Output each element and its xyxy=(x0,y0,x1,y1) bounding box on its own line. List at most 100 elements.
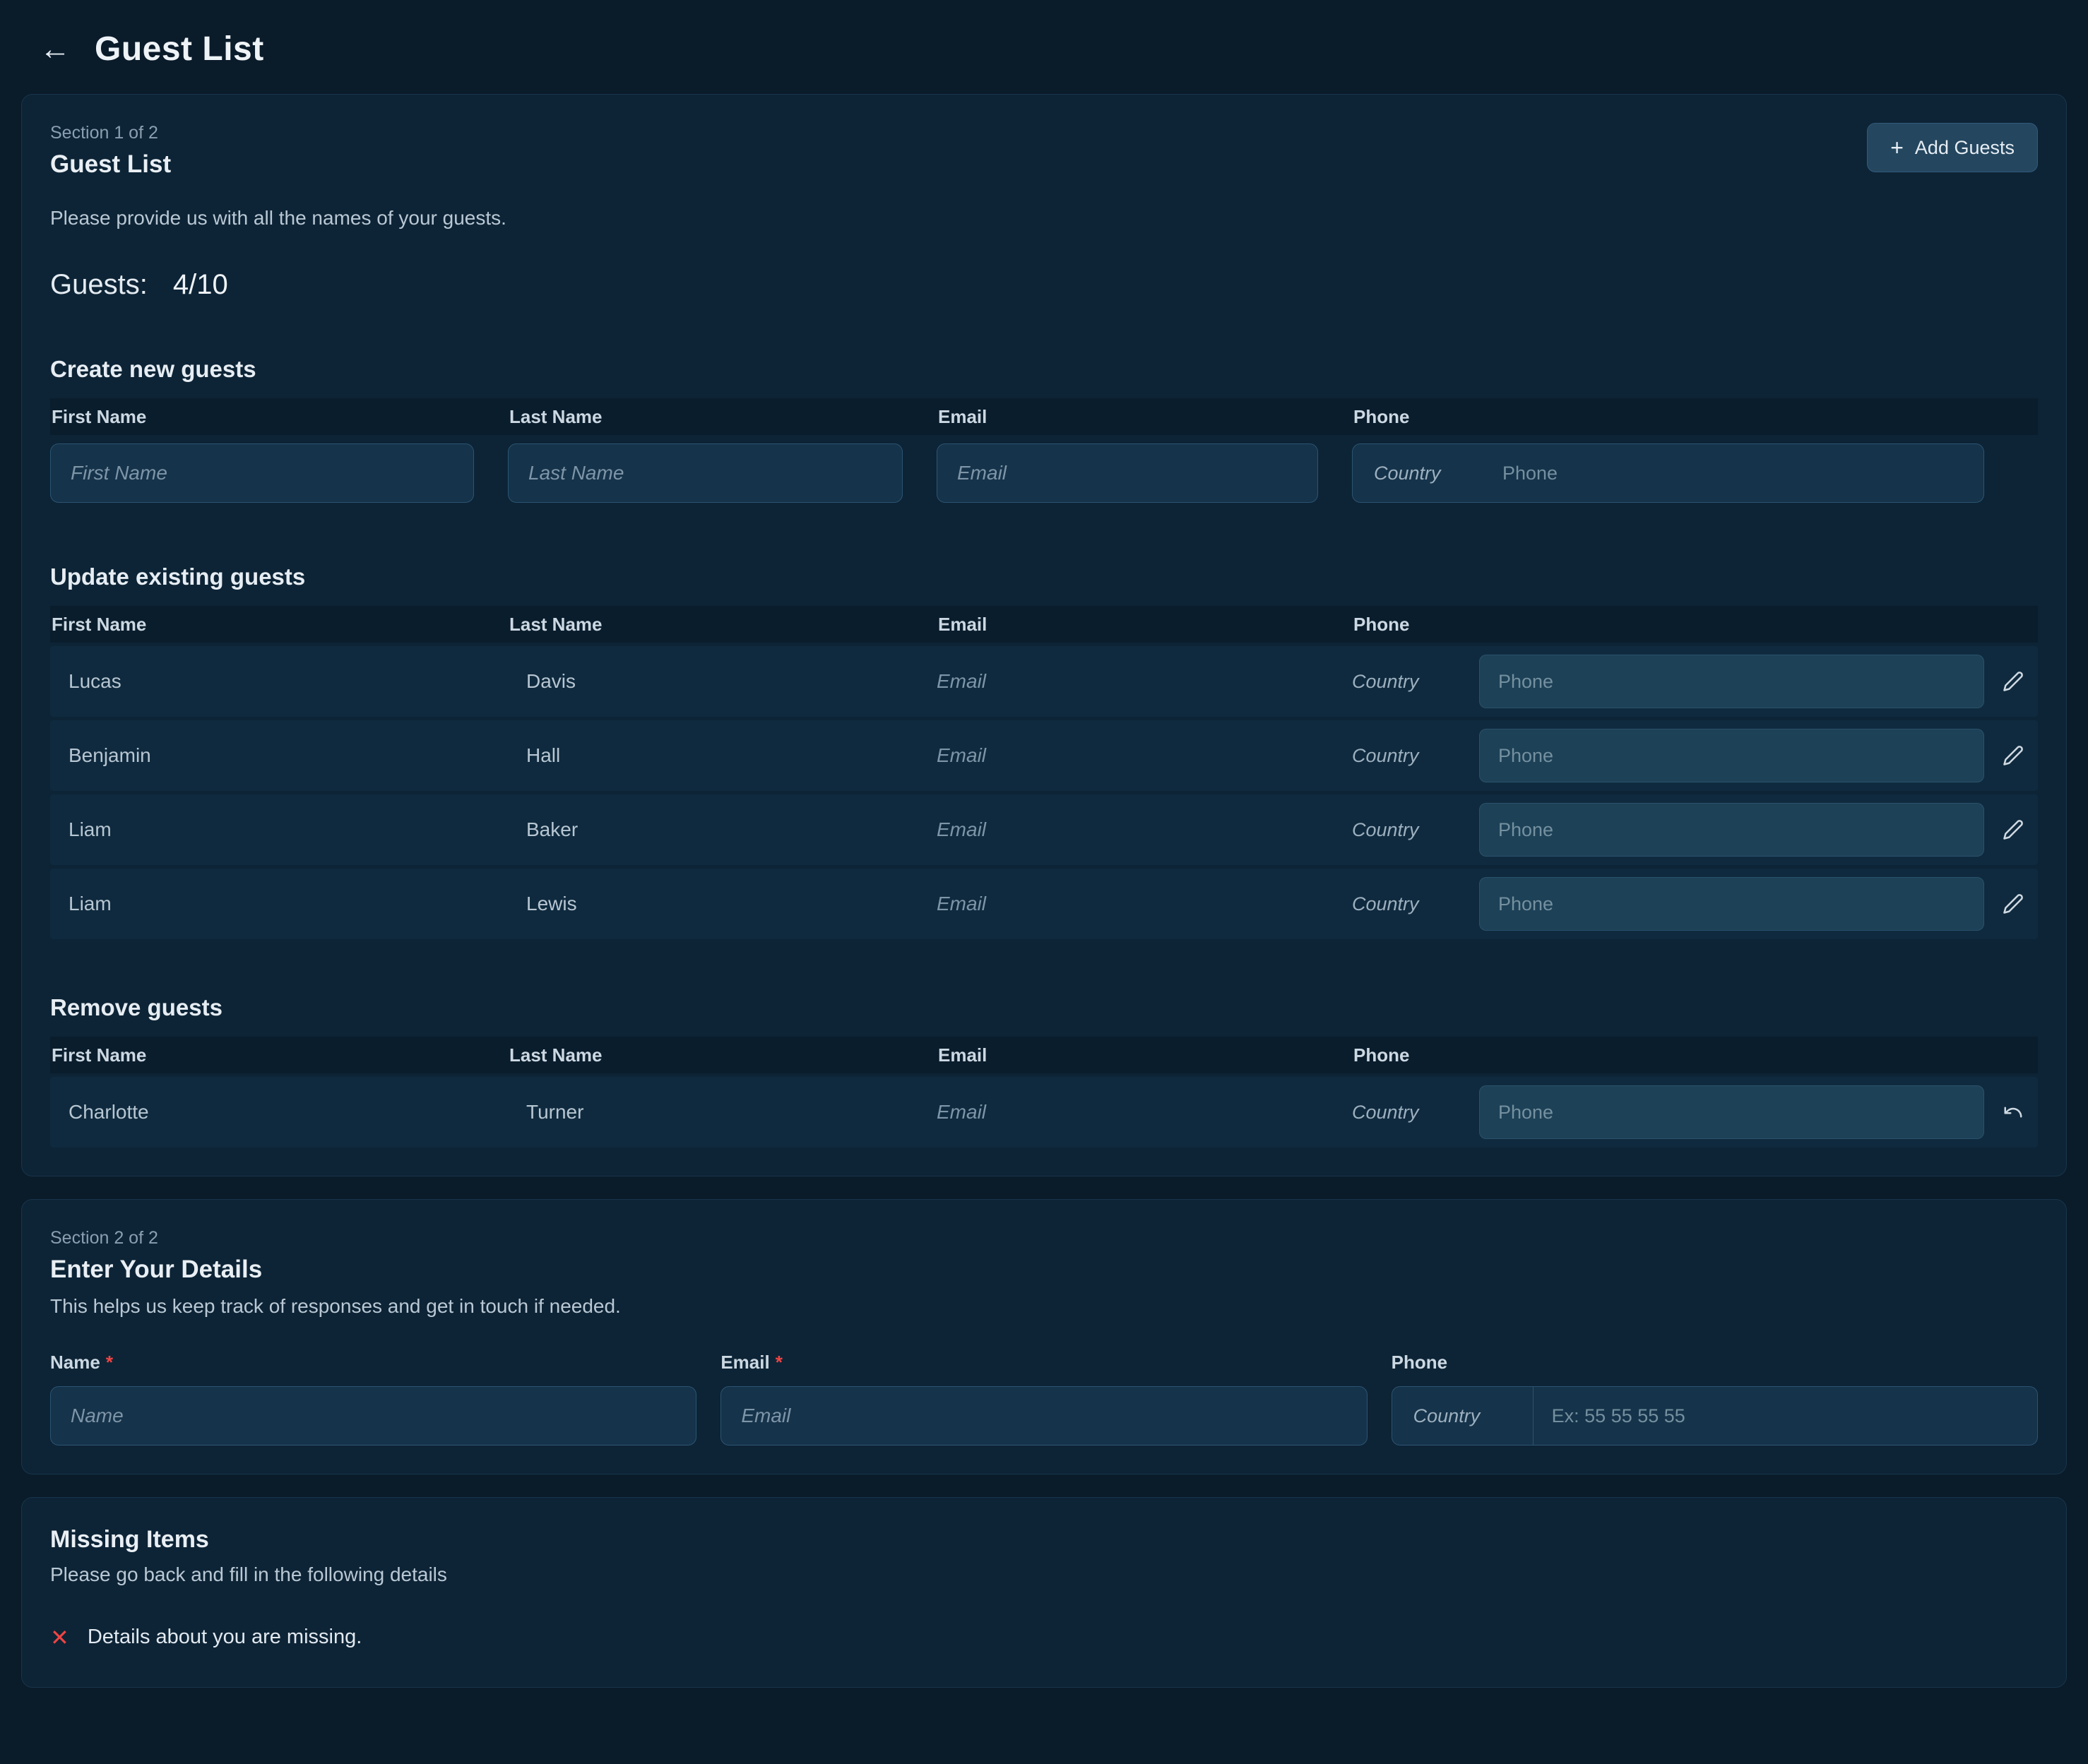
guest-email-placeholder: Email xyxy=(937,670,1352,693)
create-table-header: First Name Last Name Email Phone xyxy=(50,398,2038,435)
column-header-last-name: Last Name xyxy=(508,614,937,636)
section-title: Guest List xyxy=(50,150,171,179)
guest-phone-input[interactable] xyxy=(1479,655,1984,708)
name-field: Name * xyxy=(50,1352,696,1446)
error-x-icon: ✕ xyxy=(50,1626,69,1649)
your-details-card: Section 2 of 2 Enter Your Details This h… xyxy=(21,1199,2067,1474)
column-header-first-name: First Name xyxy=(50,406,508,428)
phone-label: Phone xyxy=(1392,1352,1447,1373)
edit-guest-button[interactable] xyxy=(1997,665,2029,698)
guest-row: Liam Baker Email Country xyxy=(50,794,2038,865)
missing-items-title: Missing Items xyxy=(50,1526,2038,1554)
create-guests-title: Create new guests xyxy=(50,356,2038,383)
guest-first-name: Liam xyxy=(50,818,508,841)
guest-email-placeholder: Email xyxy=(937,893,1352,915)
required-asterisk: * xyxy=(106,1352,113,1373)
pencil-icon xyxy=(2003,893,2024,914)
guest-first-name: Benjamin xyxy=(50,744,508,767)
guest-phone-field: Country xyxy=(1352,1077,1988,1148)
pencil-icon xyxy=(2003,745,2024,766)
section-description: This helps us keep track of responses an… xyxy=(50,1295,2038,1318)
add-guests-button[interactable]: + Add Guests xyxy=(1867,123,2038,172)
new-email-input[interactable] xyxy=(937,443,1318,503)
back-arrow-icon: ← xyxy=(40,32,71,66)
guest-email-placeholder: Email xyxy=(937,818,1352,841)
guest-counter-value: 4/10 xyxy=(173,269,228,301)
edit-guest-button[interactable] xyxy=(1997,888,2029,920)
guest-phone-field: Country xyxy=(1352,720,1988,791)
add-guests-label: Add Guests xyxy=(1915,137,2015,159)
section-counter: Section 2 of 2 xyxy=(50,1228,2038,1248)
country-select[interactable]: Country xyxy=(1352,893,1479,915)
back-button[interactable]: ← xyxy=(40,34,71,65)
update-guests-title: Update existing guests xyxy=(50,564,2038,590)
column-header-email: Email xyxy=(937,1044,1352,1066)
name-label: Name xyxy=(50,1352,100,1373)
edit-guest-button[interactable] xyxy=(1997,814,2029,846)
create-guest-row: Country xyxy=(50,443,2038,508)
email-input[interactable] xyxy=(720,1386,1367,1446)
guest-email-placeholder: Email xyxy=(937,1101,1352,1124)
guest-phone-input[interactable] xyxy=(1479,877,1984,931)
missing-item-text: Details about you are missing. xyxy=(88,1626,362,1649)
guest-counter: Guests: 4/10 xyxy=(50,269,2038,301)
column-header-last-name: Last Name xyxy=(508,1044,937,1066)
guest-phone-field: Country xyxy=(1352,794,1988,865)
pencil-icon xyxy=(2003,671,2024,692)
section-title: Enter Your Details xyxy=(50,1256,2038,1284)
guest-list-card: Section 1 of 2 Guest List + Add Guests P… xyxy=(21,94,2067,1176)
missing-item: ✕ Details about you are missing. xyxy=(50,1626,2038,1659)
remove-guests-title: Remove guests xyxy=(50,994,2038,1021)
guest-last-name: Hall xyxy=(508,744,937,767)
section-description: Please provide us with all the names of … xyxy=(50,207,2038,230)
guest-counter-label: Guests: xyxy=(50,269,148,301)
new-first-name-input[interactable] xyxy=(50,443,474,503)
email-label: Email xyxy=(720,1352,769,1373)
guest-row: Liam Lewis Email Country xyxy=(50,869,2038,939)
top-bar: ← Guest List xyxy=(0,0,2088,94)
guest-phone-field: Country xyxy=(1352,646,1988,717)
edit-guest-button[interactable] xyxy=(1997,739,2029,772)
country-select[interactable]: Country xyxy=(1352,745,1479,767)
guest-row-removed: Charlotte Turner Email Country xyxy=(50,1077,2038,1148)
country-select[interactable]: Country xyxy=(1392,1387,1534,1445)
new-country-select[interactable]: Country xyxy=(1353,463,1502,484)
country-select[interactable]: Country xyxy=(1352,671,1479,693)
required-asterisk: * xyxy=(776,1352,783,1373)
column-header-phone: Phone xyxy=(1352,406,1988,428)
plus-icon: + xyxy=(1890,136,1904,159)
restore-guest-button[interactable] xyxy=(1997,1096,2029,1128)
pencil-icon xyxy=(2003,819,2024,840)
guest-phone-input[interactable] xyxy=(1479,1085,1984,1139)
guest-last-name: Baker xyxy=(508,818,937,841)
guest-last-name: Davis xyxy=(508,670,937,693)
country-select[interactable]: Country xyxy=(1352,819,1479,841)
remove-table-header: First Name Last Name Email Phone xyxy=(50,1037,2038,1073)
new-phone-input[interactable] xyxy=(1502,444,1983,502)
guest-phone-input[interactable] xyxy=(1479,729,1984,782)
missing-items-card: Missing Items Please go back and fill in… xyxy=(21,1497,2067,1688)
guest-phone-field: Country xyxy=(1352,869,1988,939)
name-input[interactable] xyxy=(50,1386,696,1446)
column-header-phone: Phone xyxy=(1352,614,1988,636)
country-select[interactable]: Country xyxy=(1352,1102,1479,1124)
column-header-first-name: First Name xyxy=(50,614,508,636)
guest-first-name: Lucas xyxy=(50,670,508,693)
new-last-name-input[interactable] xyxy=(508,443,903,503)
page-title: Guest List xyxy=(95,30,264,68)
column-header-email: Email xyxy=(937,614,1352,636)
column-header-last-name: Last Name xyxy=(508,406,937,428)
phone-input[interactable] xyxy=(1534,1387,2037,1445)
missing-items-description: Please go back and fill in the following… xyxy=(50,1563,2038,1586)
guest-phone-input[interactable] xyxy=(1479,803,1984,857)
guest-last-name: Turner xyxy=(508,1101,937,1124)
email-field: Email * xyxy=(720,1352,1367,1446)
section-counter: Section 1 of 2 xyxy=(50,123,171,143)
guest-first-name: Liam xyxy=(50,893,508,915)
column-header-first-name: First Name xyxy=(50,1044,508,1066)
section-heading: Section 1 of 2 Guest List xyxy=(50,123,171,179)
column-header-email: Email xyxy=(937,406,1352,428)
phone-input-group: Country xyxy=(1392,1386,2038,1446)
guest-first-name: Charlotte xyxy=(50,1101,508,1124)
column-header-phone: Phone xyxy=(1352,1044,1988,1066)
